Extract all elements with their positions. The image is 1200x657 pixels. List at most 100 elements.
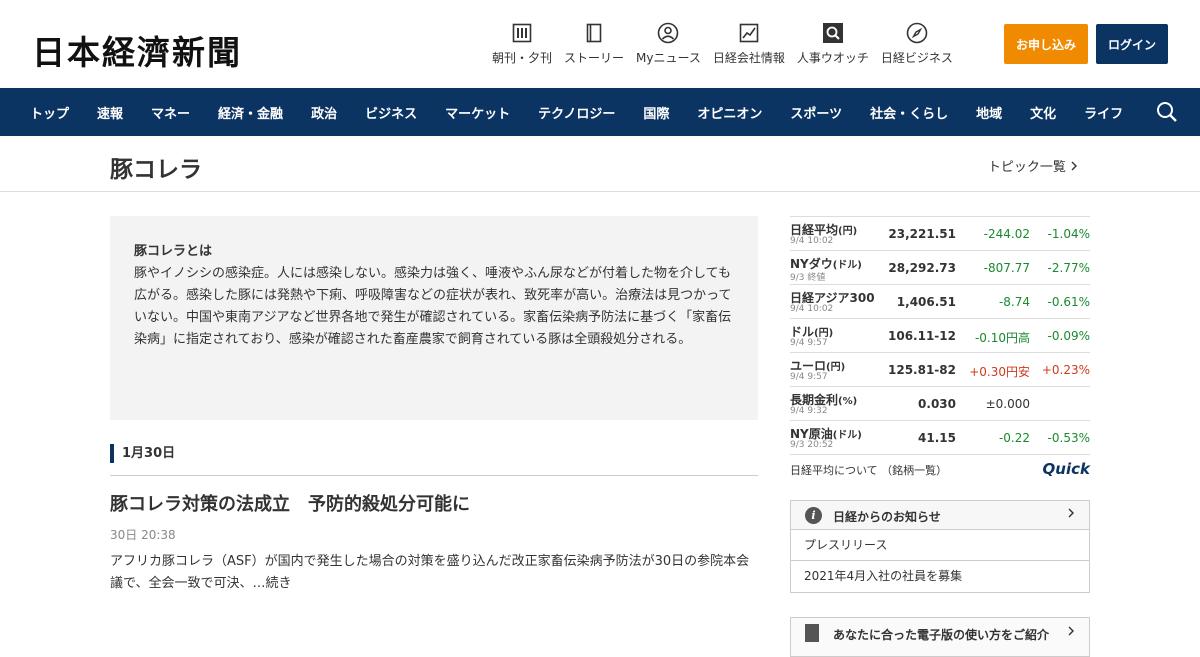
- article-item: 豚コレラ対策の法成立 予防的殺処分可能に 30日 20:38 アフリカ豚コレラ（…: [110, 490, 758, 595]
- nav-item-culture[interactable]: 文化: [1030, 103, 1056, 122]
- book-icon: [583, 22, 605, 44]
- market-percent: -1.04%: [1047, 227, 1090, 241]
- toolbar-item-paper[interactable]: 朝刊・夕刊: [492, 22, 552, 66]
- market-row[interactable]: 日経アジア300 9/4 10:02 1,406.51 -8.74 -0.61%: [790, 284, 1090, 318]
- notice-heading-link[interactable]: i 日経からのお知らせ: [791, 501, 1089, 530]
- market-change: -0.10円高: [974, 331, 1030, 345]
- divider: [110, 475, 758, 476]
- chart-icon: [738, 22, 760, 44]
- market-time: 9/4 9:57: [790, 338, 828, 348]
- description-heading: 豚コレラとは: [134, 244, 213, 259]
- topic-list-label: トピック一覧: [987, 160, 1066, 175]
- main-nav: トップ 速報 マネー 経済・金融 政治 ビジネス マーケット テクノロジー 国際…: [0, 88, 1200, 136]
- quick-logo[interactable]: Quick: [1043, 460, 1090, 478]
- toolbar-item-story[interactable]: ストーリー: [564, 22, 624, 66]
- market-row[interactable]: 長期金利(%) 9/4 9:32 0.030 ±0.000: [790, 386, 1090, 420]
- topic-list-link[interactable]: トピック一覧: [988, 156, 1078, 175]
- market-value: 106.11-12: [888, 329, 956, 343]
- nav-item-money[interactable]: マネー: [151, 103, 190, 122]
- market-change: -244.02: [983, 227, 1030, 241]
- info-icon: i: [805, 507, 822, 524]
- promo-banner[interactable]: あなたに合った電子版の使い方をご紹介: [790, 617, 1090, 657]
- article-summary[interactable]: アフリカ豚コレラ（ASF）が国内で発生した場合の対策を盛り込んだ改正家畜伝染病予…: [110, 551, 758, 595]
- notice-item[interactable]: 2021年4月入社の社員を募集: [791, 561, 1089, 592]
- header-toolbar: 朝刊・夕刊 ストーリー Myニュース 日経会社情報 人事ウオッチ 日経ビジネス: [492, 22, 965, 66]
- book-icon: [805, 624, 819, 642]
- notice-box: i 日経からのお知らせ プレスリリース 2021年4月入社の社員を募集: [790, 500, 1090, 593]
- market-percent: -0.09%: [1047, 329, 1090, 343]
- article-timestamp: 30日 20:38: [110, 528, 176, 542]
- toolbar-label: ストーリー: [564, 51, 625, 65]
- notice-item[interactable]: プレスリリース: [791, 530, 1089, 561]
- market-time: 9/3 20:52: [790, 440, 834, 450]
- nav-item-business[interactable]: ビジネス: [365, 103, 417, 122]
- nav-item-politics[interactable]: 政治: [311, 103, 337, 122]
- site-header: 日本経濟新聞 朝刊・夕刊 ストーリー Myニュース 日経会社情報 人事ウオッチ …: [0, 0, 1200, 88]
- market-change: -8.74: [998, 295, 1030, 309]
- market-unit: (ドル): [832, 260, 862, 271]
- login-button[interactable]: ログイン: [1096, 24, 1168, 64]
- market-footer: 日経平均について （銘柄一覧） Quick: [790, 454, 1090, 484]
- market-change: -0.22: [998, 431, 1030, 445]
- nav-item-technology[interactable]: テクノロジー: [538, 103, 615, 122]
- market-time: 9/3 終値: [790, 273, 826, 283]
- market-time: 9/4 10:02: [790, 236, 834, 246]
- article-title-link[interactable]: 豚コレラ対策の法成立 予防的殺処分可能に: [110, 490, 758, 516]
- market-value: 28,292.73: [888, 261, 956, 275]
- newspaper-icon: [511, 22, 533, 44]
- nav-item-life[interactable]: ライフ: [1084, 103, 1123, 122]
- market-name-label: ユーロ: [790, 359, 827, 373]
- market-name-label: 長期金利: [790, 393, 839, 407]
- page-title: 豚コレラ: [110, 157, 202, 183]
- market-percent: -0.61%: [1047, 295, 1090, 309]
- search-person-icon: [822, 22, 844, 44]
- search-icon[interactable]: [1156, 101, 1178, 123]
- market-table: 日経平均(円) 9/4 10:02 23,221.51 -244.02 -1.04% NY…: [790, 216, 1090, 454]
- market-row[interactable]: NY原油(ドル) 9/3 20:52 41.15 -0.22 -0.53%: [790, 420, 1090, 454]
- nav-item-society[interactable]: 社会・くらし: [870, 103, 948, 122]
- market-change: -807.77: [983, 261, 1030, 275]
- site-logo[interactable]: 日本経濟新聞: [32, 26, 242, 74]
- nav-item-sports[interactable]: スポーツ: [790, 103, 842, 122]
- promo-label: あなたに合った電子版の使い方をご紹介: [833, 628, 1050, 642]
- market-name-label: ドル: [790, 325, 815, 339]
- nav-item-flash[interactable]: 速報: [97, 103, 123, 122]
- market-unit: (ドル): [832, 430, 862, 441]
- market-row[interactable]: NYダウ(ドル) 9/3 終値 28,292.73 -807.77 -2.77%: [790, 250, 1090, 284]
- market-row[interactable]: ユーロ(円) 9/4 9:57 125.81-82 +0.30円安 +0.23%: [790, 352, 1090, 386]
- nav-item-economy[interactable]: 経済・金融: [218, 103, 283, 122]
- market-about-link[interactable]: 日経平均について （銘柄一覧）: [790, 462, 947, 478]
- sidebar: 日経平均(円) 9/4 10:02 23,221.51 -244.02 -1.04% NY…: [790, 216, 1090, 657]
- subscribe-button[interactable]: お申し込み: [1004, 24, 1088, 64]
- market-percent: +0.23%: [1041, 363, 1090, 377]
- market-change: +0.30円安: [969, 365, 1030, 379]
- market-name-label: NYダウ: [790, 257, 833, 271]
- market-row[interactable]: 日経平均(円) 9/4 10:02 23,221.51 -244.02 -1.04%: [790, 216, 1090, 250]
- user-icon: [657, 22, 679, 44]
- market-percent: -0.53%: [1047, 431, 1090, 445]
- nav-item-international[interactable]: 国際: [643, 103, 669, 122]
- market-name-label: 日経アジア300: [790, 291, 875, 305]
- market-value: 1,406.51: [896, 295, 956, 309]
- toolbar-item-business[interactable]: 日経ビジネス: [881, 22, 953, 66]
- notice-heading: 日経からのお知らせ: [833, 510, 941, 524]
- market-value: 125.81-82: [888, 363, 956, 377]
- main-column: 豚コレラとは 豚やイノシシの感染症。人には感染しない。感染力は強く、唾液やふん尿…: [110, 216, 758, 595]
- nav-item-region[interactable]: 地域: [976, 103, 1002, 122]
- toolbar-item-jinji[interactable]: 人事ウオッチ: [797, 22, 869, 66]
- chevron-right-icon: [1067, 507, 1075, 523]
- market-change: ±0.000: [985, 397, 1030, 411]
- nav-item-opinion[interactable]: オピニオン: [697, 103, 762, 122]
- toolbar-item-company[interactable]: 日経会社情報: [713, 22, 785, 66]
- nav-item-top[interactable]: トップ: [30, 103, 69, 122]
- nav-item-market[interactable]: マーケット: [445, 103, 510, 122]
- market-name-label: 日経平均: [790, 223, 839, 237]
- market-name-label: NY原油: [790, 427, 833, 441]
- market-percent: -2.77%: [1047, 261, 1090, 275]
- toolbar-label: 朝刊・夕刊: [492, 51, 553, 65]
- market-unit: (%): [838, 396, 858, 407]
- toolbar-item-mynews[interactable]: Myニュース: [636, 22, 701, 66]
- market-row[interactable]: ドル(円) 9/4 9:57 106.11-12 -0.10円高 -0.09%: [790, 318, 1090, 352]
- toolbar-label: 日経会社情報: [712, 51, 785, 65]
- market-unit: (円): [838, 226, 858, 237]
